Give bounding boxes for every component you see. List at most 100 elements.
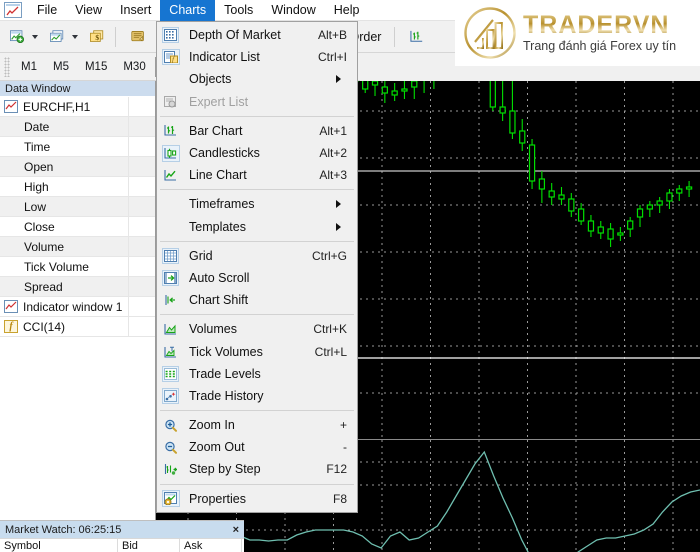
data-window-row[interactable]: Time [0, 137, 155, 157]
menu-tools[interactable]: Tools [215, 0, 262, 21]
data-window-row[interactable]: Tick Volume [0, 257, 155, 277]
menu-insert[interactable]: Insert [111, 0, 160, 21]
menu-item-label: Templates [189, 219, 246, 234]
menu-item-label: Tick Volumes [189, 344, 263, 359]
data-window-label: Close [24, 219, 55, 234]
menu-separator [160, 410, 354, 411]
data-window-row[interactable]: f CCI(14) [0, 317, 155, 337]
menu-item-grid[interactable]: Grid Ctrl+G [157, 245, 357, 267]
data-window-row[interactable]: Low [0, 197, 155, 217]
timeframe-m30[interactable]: M30 [116, 57, 152, 77]
trade-levels-icon [157, 363, 184, 385]
data-window-value-divider [128, 237, 129, 256]
menu-item-trade-levels[interactable]: Trade Levels [157, 363, 357, 385]
svg-text:$: $ [95, 33, 99, 42]
data-window-label: Date [24, 119, 50, 134]
menu-item-depth-of-market[interactable]: Depth Of Market Alt+B [157, 24, 357, 46]
timeframe-m15[interactable]: M15 [78, 57, 114, 77]
menu-item-label: Indicator List [189, 50, 260, 65]
zoom-out-icon [157, 436, 184, 458]
menu-item-label: Expert List [189, 94, 249, 109]
market-watch-panel[interactable]: Market Watch: 06:25:15 × Symbol Bid Ask [0, 520, 244, 552]
volumes-icon [157, 318, 184, 340]
menu-item-line-chart[interactable]: Line Chart Alt+3 [157, 164, 357, 186]
menu-item-step-by-step[interactable]: Step by Step F12 [157, 458, 357, 480]
data-window-title: Data Window [0, 81, 155, 97]
menu-item-label: Zoom Out [189, 440, 245, 455]
data-window-row[interactable]: High [0, 177, 155, 197]
data-window-label: Low [24, 199, 47, 214]
tick-volumes-icon [157, 341, 184, 363]
chart-shift-icon [157, 289, 184, 311]
menu-item-objects[interactable]: Objects [157, 68, 357, 90]
menu-item-label: Grid [189, 248, 213, 263]
menu-item-shortcut: - [343, 440, 347, 455]
menu-item-trade-history[interactable]: Trade History [157, 385, 357, 407]
menu-window[interactable]: Window [262, 0, 324, 21]
profiles-dropdown-icon[interactable] [70, 24, 80, 49]
menu-item-timeframes[interactable]: Timeframes [157, 193, 357, 215]
data-window-value-divider [128, 317, 129, 336]
menu-item-volumes[interactable]: Volumes Ctrl+K [157, 318, 357, 340]
menu-item-auto-scroll[interactable]: Auto Scroll [157, 267, 357, 289]
data-window-panel[interactable]: Data Window EURCHF,H1 Date Time Open High Low… [0, 81, 156, 552]
zoom-in-icon [157, 414, 184, 436]
close-icon[interactable]: × [233, 524, 239, 536]
line-chart-icon [157, 164, 184, 186]
market-watch-columns: Symbol Bid Ask [0, 538, 244, 552]
menu-item-label: Candlesticks [189, 146, 260, 161]
metatrader-app-icon [4, 2, 22, 18]
data-window-icon[interactable] [125, 24, 151, 49]
menu-item-bar-chart[interactable]: Bar Chart Alt+1 [157, 120, 357, 142]
candlesticks-icon [157, 142, 184, 164]
new-chart-icon[interactable] [4, 24, 30, 49]
menu-help[interactable]: Help [325, 0, 369, 21]
data-window-row[interactable]: Volume [0, 237, 155, 257]
submenu-arrow-icon [336, 75, 351, 84]
charts-dropdown-menu[interactable]: Depth Of Market Alt+B f Indicator List Ctrl+… [156, 21, 358, 513]
chart-icon [4, 300, 18, 313]
timeframe-m1[interactable]: M1 [14, 57, 44, 77]
tradervn-logo-icon [464, 7, 516, 59]
menu-separator [160, 115, 354, 117]
menu-item-zoom-in[interactable]: Zoom In + [157, 414, 357, 436]
new-chart-dropdown-icon[interactable] [30, 24, 40, 49]
brand-name: TRADERVN [523, 12, 676, 38]
market-watch-icon[interactable]: $ [84, 24, 110, 49]
data-window-value-divider [128, 217, 129, 236]
data-window-row[interactable]: Indicator window 1 [0, 297, 155, 317]
data-window-row[interactable]: Open [0, 157, 155, 177]
menu-item-chart-shift[interactable]: Chart Shift [157, 289, 357, 311]
column-header-ask[interactable]: Ask [180, 539, 242, 552]
menu-item-indicator-list[interactable]: f Indicator List Ctrl+I [157, 46, 357, 68]
menu-item-templates[interactable]: Templates [157, 216, 357, 238]
menu-item-zoom-out[interactable]: Zoom Out - [157, 436, 357, 458]
column-header-bid[interactable]: Bid [118, 539, 180, 552]
menu-item-candlesticks[interactable]: Candlesticks Alt+2 [157, 142, 357, 164]
bar-chart-icon[interactable] [404, 24, 430, 49]
data-window-value-divider [128, 257, 129, 276]
toolbar-separator-2 [394, 26, 396, 47]
menu-view[interactable]: View [66, 0, 111, 21]
menu-item-properties[interactable]: Properties F8 [157, 488, 357, 510]
auto-scroll-icon [157, 267, 184, 289]
data-window-row[interactable]: Close [0, 217, 155, 237]
menu-file[interactable]: File [28, 0, 66, 21]
data-window-value-divider [128, 177, 129, 196]
data-window-row[interactable]: Date [0, 117, 155, 137]
menu-charts[interactable]: Charts [160, 0, 216, 21]
timeframe-m5[interactable]: M5 [46, 57, 76, 77]
menu-item-shortcut: Alt+1 [319, 123, 347, 138]
toolbar-grip[interactable] [4, 56, 10, 77]
function-icon: f [4, 320, 18, 333]
menu-item-shortcut: Alt+2 [319, 146, 347, 161]
menu-item-tick-volumes[interactable]: Tick Volumes Ctrl+L [157, 340, 357, 362]
menu-separator [160, 314, 354, 316]
menu-item-no-icon [157, 68, 184, 90]
data-window-row[interactable]: EURCHF,H1 [0, 97, 155, 117]
column-header-symbol[interactable]: Symbol [0, 539, 118, 552]
market-watch-titlebar: Market Watch: 06:25:15 × [0, 521, 244, 538]
profiles-icon[interactable] [44, 24, 70, 49]
data-window-row[interactable]: Spread [0, 277, 155, 297]
menu-item-shortcut: Ctrl+K [313, 322, 347, 337]
